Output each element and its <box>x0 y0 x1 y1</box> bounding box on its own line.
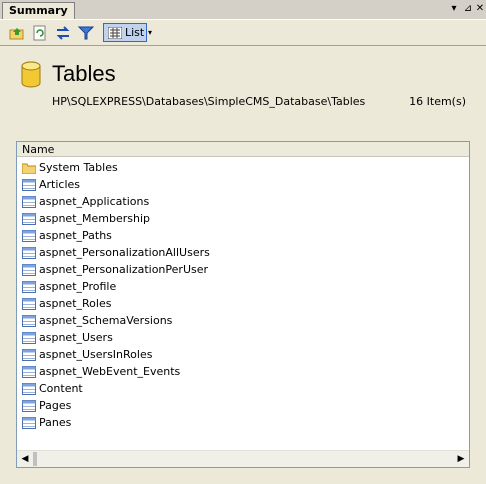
column-header-name[interactable]: Name <box>17 142 469 157</box>
list-item-label: aspnet_SchemaVersions <box>39 314 173 327</box>
page-title: Tables <box>52 61 116 86</box>
table-icon <box>22 230 36 242</box>
table-icon <box>22 400 36 412</box>
database-icon <box>21 61 41 88</box>
list-item-label: aspnet_Membership <box>39 212 150 225</box>
list-item-label: aspnet_Users <box>39 331 113 344</box>
view-dropdown-icon[interactable]: ▾ <box>148 24 158 42</box>
toolbar: List ▾ <box>0 19 486 46</box>
list-rows: System Tables Articles aspnet_Applications… <box>17 159 469 431</box>
list-item[interactable]: System Tables <box>17 159 469 176</box>
list-item-label: aspnet_Applications <box>39 195 150 208</box>
list-item[interactable]: aspnet_PersonalizationAllUsers <box>17 244 469 261</box>
table-icon <box>22 366 36 378</box>
list-item[interactable]: Articles <box>17 176 469 193</box>
list-item[interactable]: aspnet_WebEvent_Events <box>17 363 469 380</box>
list-item[interactable]: aspnet_Roles <box>17 295 469 312</box>
scroll-right-icon[interactable]: ▶ <box>456 454 466 464</box>
pin-dropdown-icon[interactable]: ▾ <box>448 3 460 15</box>
list-item[interactable]: Pages <box>17 397 469 414</box>
list-item[interactable]: aspnet_SchemaVersions <box>17 312 469 329</box>
list-item[interactable]: Panes <box>17 414 469 431</box>
list-item[interactable]: aspnet_Profile <box>17 278 469 295</box>
table-icon <box>22 315 36 327</box>
table-icon <box>22 332 36 344</box>
breadcrumb-path: HP\SQLEXPRESS\Databases\SimpleCMS_Databa… <box>52 95 366 108</box>
tab-summary[interactable]: Summary <box>2 2 75 19</box>
list-item[interactable]: aspnet_UsersInRoles <box>17 346 469 363</box>
scroll-left-icon[interactable]: ◀ <box>20 454 30 464</box>
list-item[interactable]: aspnet_Membership <box>17 210 469 227</box>
sync-button[interactable] <box>54 24 72 42</box>
table-icon <box>22 196 36 208</box>
table-icon <box>22 417 36 429</box>
table-icon <box>22 264 36 276</box>
table-icon <box>22 213 36 225</box>
list-item-label: Content <box>39 382 83 395</box>
table-icon <box>22 281 36 293</box>
list-item[interactable]: aspnet_Paths <box>17 227 469 244</box>
list-item-label: System Tables <box>39 161 118 174</box>
list-view-label: List <box>125 26 145 39</box>
filter-button[interactable] <box>77 24 95 42</box>
list-view-button[interactable]: List <box>103 23 147 42</box>
list-item-label: aspnet_UsersInRoles <box>39 348 153 361</box>
table-icon <box>22 247 36 259</box>
scroll-thumb[interactable] <box>33 452 37 466</box>
list-item-label: aspnet_Paths <box>39 229 112 242</box>
table-icon <box>22 298 36 310</box>
list-item-label: aspnet_PersonalizationPerUser <box>39 263 209 276</box>
list-item-label: Articles <box>39 178 81 191</box>
pin-icon[interactable]: ⊿ <box>462 3 474 15</box>
list-item-label: Panes <box>39 416 72 429</box>
refresh-button[interactable] <box>31 24 49 42</box>
column-header-label: Name <box>22 143 55 156</box>
list-item[interactable]: aspnet_Users <box>17 329 469 346</box>
table-icon <box>22 383 36 395</box>
list-item-label: Pages <box>39 399 72 412</box>
list-item[interactable]: aspnet_PersonalizationPerUser <box>17 261 469 278</box>
list-item-label: aspnet_PersonalizationAllUsers <box>39 246 210 259</box>
list-view-icon <box>108 27 122 39</box>
list-item-label: aspnet_Roles <box>39 297 112 310</box>
tab-summary-label: Summary <box>9 4 68 17</box>
table-icon <box>22 349 36 361</box>
close-icon[interactable]: ✕ <box>474 3 486 15</box>
horizontal-scrollbar[interactable]: ◀ ▶ <box>17 450 469 467</box>
up-folder-button[interactable] <box>8 24 26 42</box>
item-count: 16 Item(s) <box>409 95 466 108</box>
tables-listview[interactable]: Name System Tables Articles aspnet_Applica… <box>16 141 470 468</box>
list-item[interactable]: Content <box>17 380 469 397</box>
list-item-label: aspnet_WebEvent_Events <box>39 365 181 378</box>
list-item-label: aspnet_Profile <box>39 280 117 293</box>
table-icon <box>22 179 36 191</box>
list-item[interactable]: aspnet_Applications <box>17 193 469 210</box>
folder-icon <box>21 162 37 175</box>
panel-titlebar: Summary ▾ ⊿ ✕ <box>0 0 486 19</box>
